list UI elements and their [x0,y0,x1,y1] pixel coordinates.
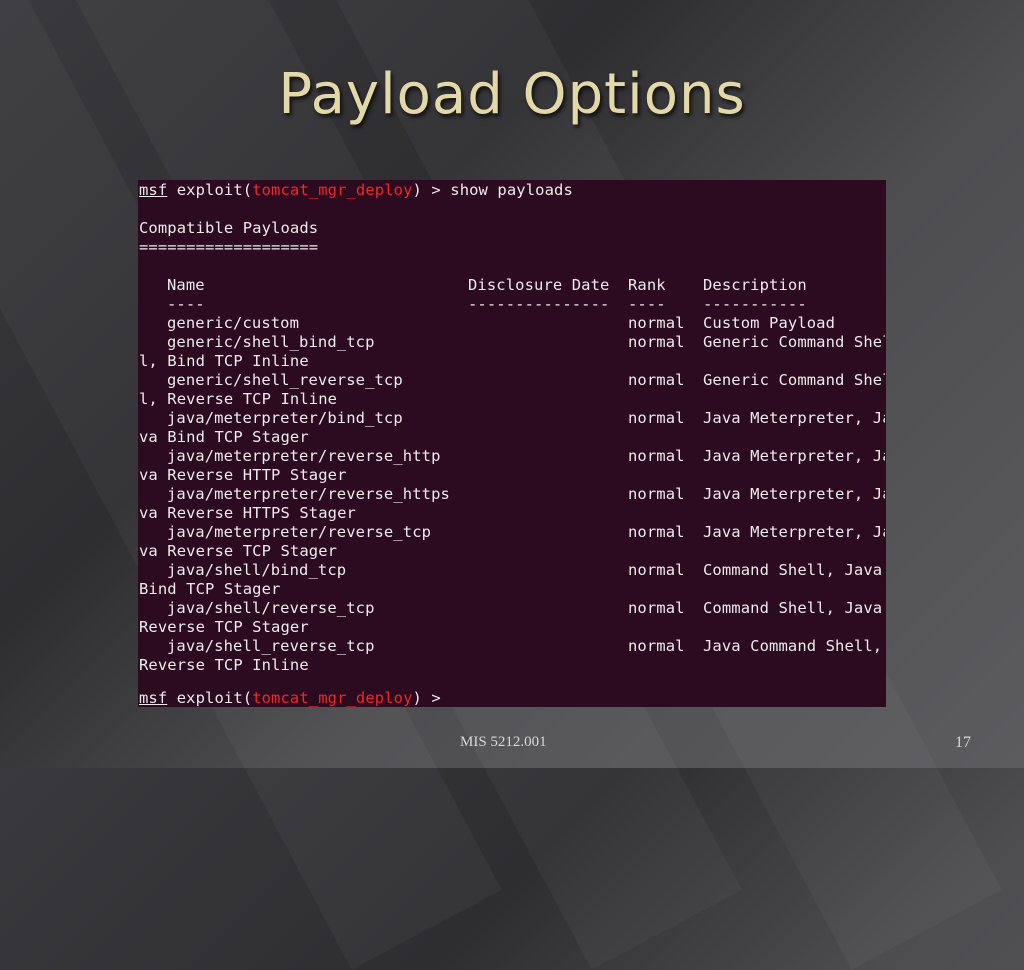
payload-description-wrap: va Bind TCP Stager [139,428,309,446]
payload-rank: normal [628,371,685,389]
separator-description: ----------- [703,295,807,313]
column-header-rank: Rank [628,276,666,294]
terminal-screenshot: msf exploit(tomcat_mgr_deploy) > show pa… [138,180,886,707]
payload-description: Java Meterpreter, Ja [703,447,885,465]
payloads-heading: Compatible Payloads [139,219,319,237]
separator-date: --------------- [468,295,610,313]
payload-rank: normal [628,409,685,427]
payload-description-wrap: Reverse TCP Stager [139,618,309,636]
payload-name: generic/shell_bind_tcp [167,333,375,351]
payload-row: java/meterpreter/reverse_http normal Jav… [139,447,885,466]
column-header-description: Description [703,276,807,294]
payload-row: java/shell_reverse_tcp normal Java Comma… [139,637,885,656]
slide-title: Payload Options [278,62,746,127]
payload-row: generic/custom normal Custom Payload [139,314,885,333]
payload-description: Generic Command Shel [703,333,885,351]
payload-description-wrap: Reverse TCP Inline [139,656,309,674]
payload-row: generic/shell_bind_tcp normal Generic Co… [139,333,885,352]
payload-description-wrap: l, Bind TCP Inline [139,352,309,370]
payload-name: java/shell_reverse_tcp [167,637,375,655]
payload-row: java/meterpreter/reverse_https normal Ja… [139,485,885,504]
payload-description: Custom Payload [703,314,836,332]
payload-rank: normal [628,314,685,332]
payload-description-wrap: va Reverse HTTP Stager [139,466,347,484]
payload-description: Generic Command Shel [703,371,885,389]
prompt-command: show payloads [450,181,573,199]
column-header-name: Name [167,276,205,294]
separator-rank: ---- [628,295,666,313]
payload-name: java/meterpreter/reverse_https [167,485,450,503]
payload-name: generic/shell_reverse_tcp [167,371,403,389]
payload-row: generic/shell_reverse_tcp normal Generic… [139,371,885,390]
prompt-exploit-open: exploit( [167,689,253,707]
payload-rank: normal [628,599,685,617]
msf-prompt: msf [139,181,168,199]
payload-name: java/meterpreter/reverse_http [167,447,441,465]
prompt-exploit-open: exploit( [167,181,253,199]
payload-name: java/shell/reverse_tcp [167,599,375,617]
payload-name: java/meterpreter/reverse_tcp [167,523,432,541]
column-header-row: Name Disclosure Date Rank Description [139,276,885,295]
payload-rank: normal [628,523,685,541]
final-prompt-line: msf exploit(tomcat_mgr_deploy) > [139,689,450,707]
payload-rank: normal [628,561,685,579]
column-header-date: Disclosure Date [468,276,610,294]
payload-rank: normal [628,447,685,465]
slide: { "slide": { "title": "Payload Options",… [0,0,1024,768]
payload-row: java/meterpreter/bind_tcp normal Java Me… [139,409,885,428]
payload-row: java/shell/reverse_tcp normal Command Sh… [139,599,885,618]
slide-footer: MIS 5212.001 [460,734,547,750]
prompt-exploit-close: ) > [412,181,451,199]
prompt-module: tomcat_mgr_deploy [252,181,413,199]
payload-description: Command Shell, Java [703,599,883,617]
payload-row: java/meterpreter/reverse_tcp normal Java… [139,523,885,542]
column-separator-row: ---- --------------- ---- ----------- [139,295,885,314]
payload-name: generic/custom [167,314,300,332]
payload-rank: normal [628,333,685,351]
payload-name: java/shell/bind_tcp [167,561,347,579]
payload-rank: normal [628,637,685,655]
payload-description-wrap: Bind TCP Stager [139,580,281,598]
payload-description: Command Shell, Java [703,561,883,579]
payload-description: Java Meterpreter, Ja [703,523,885,541]
payload-rank: normal [628,485,685,503]
payload-name: java/meterpreter/bind_tcp [167,409,403,427]
prompt-module: tomcat_mgr_deploy [252,689,413,707]
payload-description: Java Meterpreter, Ja [703,485,885,503]
slide-number: 17 [955,734,971,751]
command-line: msf exploit(tomcat_mgr_deploy) > show pa… [139,181,573,200]
payload-description-wrap: va Reverse HTTPS Stager [139,504,356,522]
payload-description: Java Command Shell, [703,637,883,655]
separator-name: ---- [167,295,205,313]
payload-description-wrap: l, Reverse TCP Inline [139,390,338,408]
prompt-exploit-close: ) > [412,689,451,707]
heading-underline: =================== [139,238,319,256]
payload-row: java/shell/bind_tcp normal Command Shell… [139,561,885,580]
payload-description: Java Meterpreter, Ja [703,409,885,427]
payload-description-wrap: va Reverse TCP Stager [139,542,338,560]
msf-prompt: msf [139,689,168,707]
